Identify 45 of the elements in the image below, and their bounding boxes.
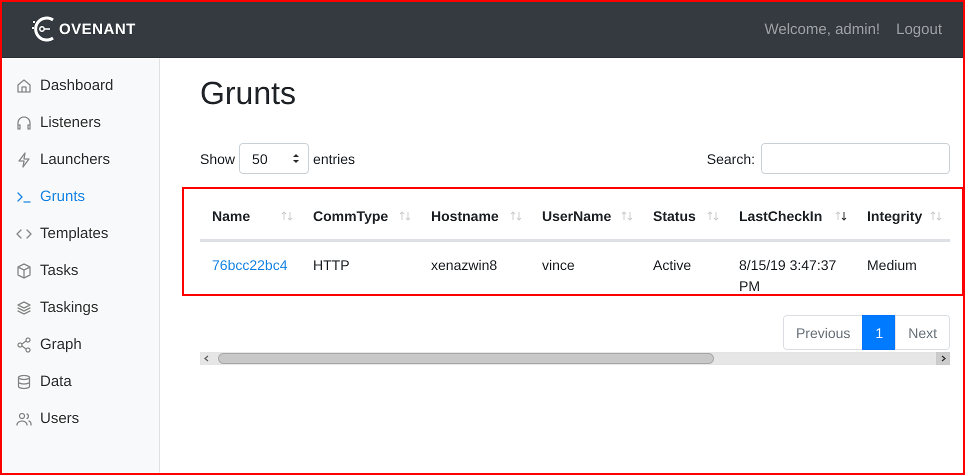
column-header[interactable]: Name — [200, 193, 301, 240]
table-cell: xenazwin8 — [419, 240, 530, 299]
entries-select[interactable]: 50 — [239, 143, 310, 174]
nav-item[interactable]: Data — [0, 363, 159, 400]
database-icon — [16, 374, 32, 390]
nav-item[interactable]: Graph — [0, 326, 159, 363]
nav-item[interactable]: Templates — [0, 215, 159, 252]
table-cell: Active — [641, 240, 727, 299]
table-cell: Medium — [855, 240, 950, 299]
column-header[interactable]: LastCheckIn — [727, 193, 855, 240]
entries-label: entries — [313, 150, 356, 166]
grunt-link[interactable]: 76bcc22bc4 — [212, 257, 288, 273]
home-icon — [16, 78, 32, 94]
table-cell: vince — [530, 240, 641, 299]
page-title: Grunts — [200, 75, 298, 113]
users-icon — [16, 410, 32, 426]
search-field[interactable] — [761, 143, 950, 174]
bolt-icon — [16, 152, 32, 168]
scroll-right-icon[interactable] — [936, 352, 950, 365]
nav-item[interactable]: Users — [0, 400, 159, 437]
search-label: Search: — [706, 150, 755, 166]
welcome-text: Welcome, admin! — [764, 20, 880, 38]
share-icon — [16, 336, 32, 352]
nav-item[interactable]: Tasks — [0, 252, 159, 289]
scrollbar-thumb[interactable] — [218, 353, 714, 364]
column-header[interactable]: Status — [641, 193, 727, 240]
horizontal-scrollbar[interactable] — [200, 352, 950, 365]
nav-item[interactable]: Dashboard — [0, 67, 159, 104]
column-header[interactable]: CommType — [301, 193, 419, 240]
nav-item[interactable]: Taskings — [0, 289, 159, 326]
table-cell: HTTP — [301, 240, 419, 299]
logo-text: OVENANT — [59, 20, 136, 38]
column-header[interactable]: Integrity — [855, 193, 950, 240]
logout-link[interactable]: Logout — [896, 20, 942, 38]
box-icon — [16, 262, 32, 278]
column-header[interactable]: Hostname — [419, 193, 530, 240]
column-header[interactable]: UserName — [530, 193, 641, 240]
show-label: Show — [200, 150, 236, 166]
nav-item[interactable]: Launchers — [0, 141, 159, 178]
layers-icon — [16, 300, 32, 316]
table-cell: 8/15/19 3:47:37 PM — [727, 240, 855, 299]
page-button[interactable]: 1 — [862, 315, 896, 350]
updown-icon — [292, 153, 300, 164]
headphones-icon — [16, 114, 32, 130]
nav-item[interactable]: Listeners — [0, 104, 159, 141]
